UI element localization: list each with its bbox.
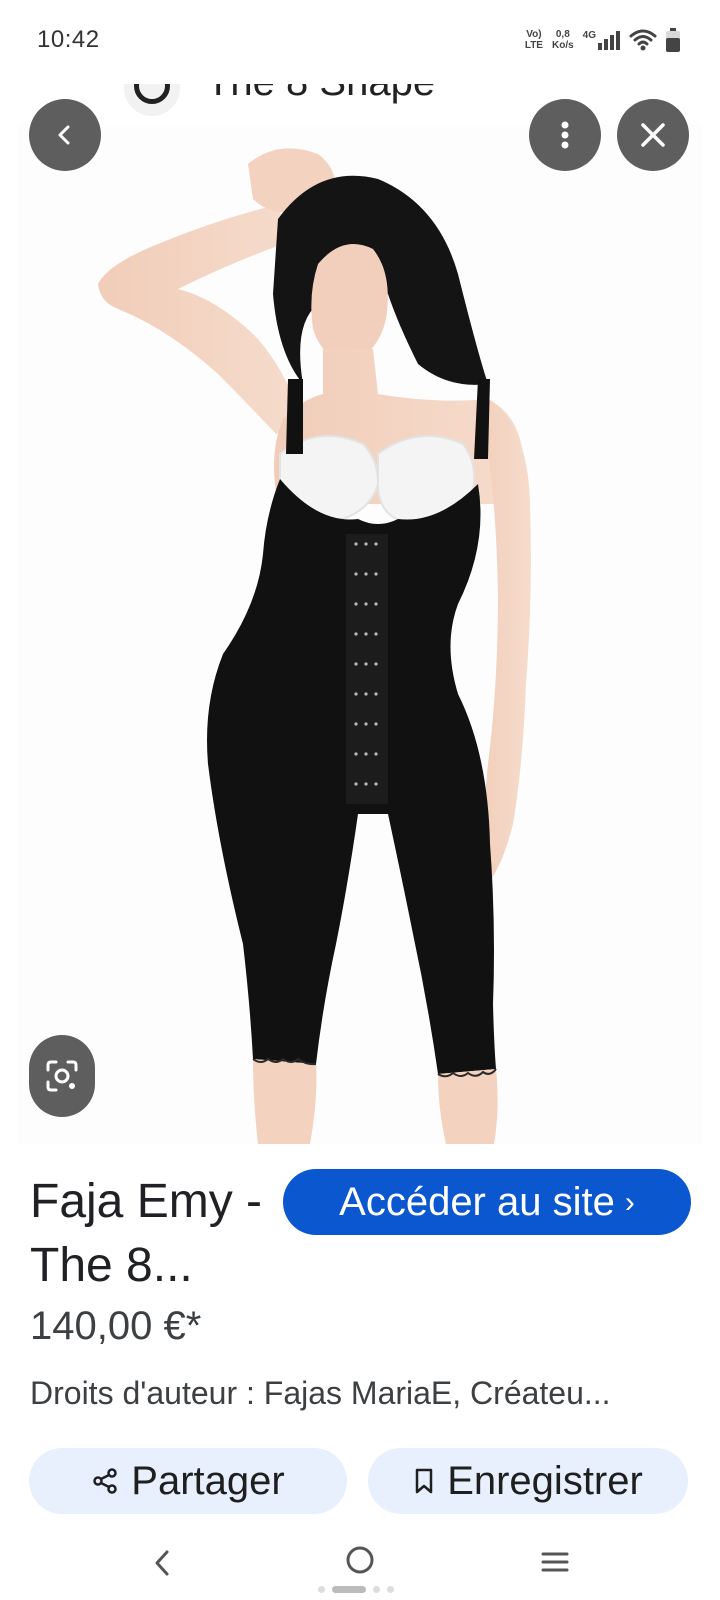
product-title[interactable]: Faja Emy - The 8... — [30, 1170, 280, 1298]
network-type-label: 4G — [582, 30, 596, 41]
system-navigation-bar — [0, 1530, 720, 1600]
share-label: Partager — [131, 1458, 285, 1503]
product-image — [18, 124, 702, 1144]
page-indicator-dot — [387, 1586, 394, 1593]
close-button[interactable] — [617, 99, 689, 171]
google-images-viewer: 10:42 Vo) LTE 0,8 Ko/s 4G Faja Emy - The… — [0, 0, 720, 1600]
nav-recent-apps-icon[interactable] — [540, 1550, 570, 1574]
more-vert-icon — [561, 121, 569, 149]
site-title: The 8 Shape — [206, 84, 435, 105]
share-icon — [93, 1468, 118, 1494]
product-price: 140,00 €* — [30, 1304, 202, 1348]
volte-top-label: Vo) — [526, 29, 542, 40]
nav-home-icon[interactable] — [344, 1544, 376, 1576]
bookmark-icon — [415, 1468, 433, 1494]
back-button[interactable] — [29, 99, 101, 171]
site-logo — [120, 84, 184, 120]
copyright-notice[interactable]: Droits d'auteur : Fajas MariaE, Créateu.… — [30, 1375, 690, 1412]
signal-icon — [598, 31, 620, 50]
visit-site-button[interactable]: Accéder au site › — [283, 1169, 691, 1235]
visit-site-label: Accéder au site — [339, 1179, 615, 1224]
google-lens-button[interactable] — [29, 1035, 95, 1117]
volte-indicator: Vo) LTE — [525, 29, 543, 51]
wifi-icon — [629, 29, 657, 51]
product-image-container[interactable] — [18, 124, 702, 1144]
page-indicator-active — [332, 1586, 366, 1593]
data-speed: 0,8 Ko/s — [552, 29, 574, 51]
more-options-button[interactable] — [529, 99, 601, 171]
data-speed-value: 0,8 — [555, 29, 570, 40]
status-icons: Vo) LTE 0,8 Ko/s 4G — [525, 25, 680, 55]
chevron-left-icon — [58, 125, 70, 145]
save-button[interactable]: Enregistrer — [368, 1448, 688, 1514]
data-speed-unit: Ko/s — [551, 40, 574, 51]
close-icon — [641, 123, 665, 147]
chevron-right-icon: › — [624, 1186, 635, 1219]
page-indicator — [318, 1586, 394, 1593]
site-header: The 8 Shape — [0, 84, 720, 124]
nav-back-icon[interactable] — [152, 1548, 172, 1578]
page-indicator-dot — [373, 1586, 380, 1593]
status-time: 10:42 — [37, 26, 100, 53]
share-button[interactable]: Partager — [29, 1448, 347, 1514]
network-indicator: 4G — [583, 30, 620, 50]
volte-bottom-label: LTE — [524, 40, 543, 51]
google-lens-icon — [46, 1060, 78, 1092]
status-bar: 10:42 Vo) LTE 0,8 Ko/s 4G — [0, 0, 720, 84]
save-label: Enregistrer — [447, 1458, 643, 1503]
page-indicator-dot — [318, 1586, 325, 1593]
battery-icon — [666, 28, 680, 52]
